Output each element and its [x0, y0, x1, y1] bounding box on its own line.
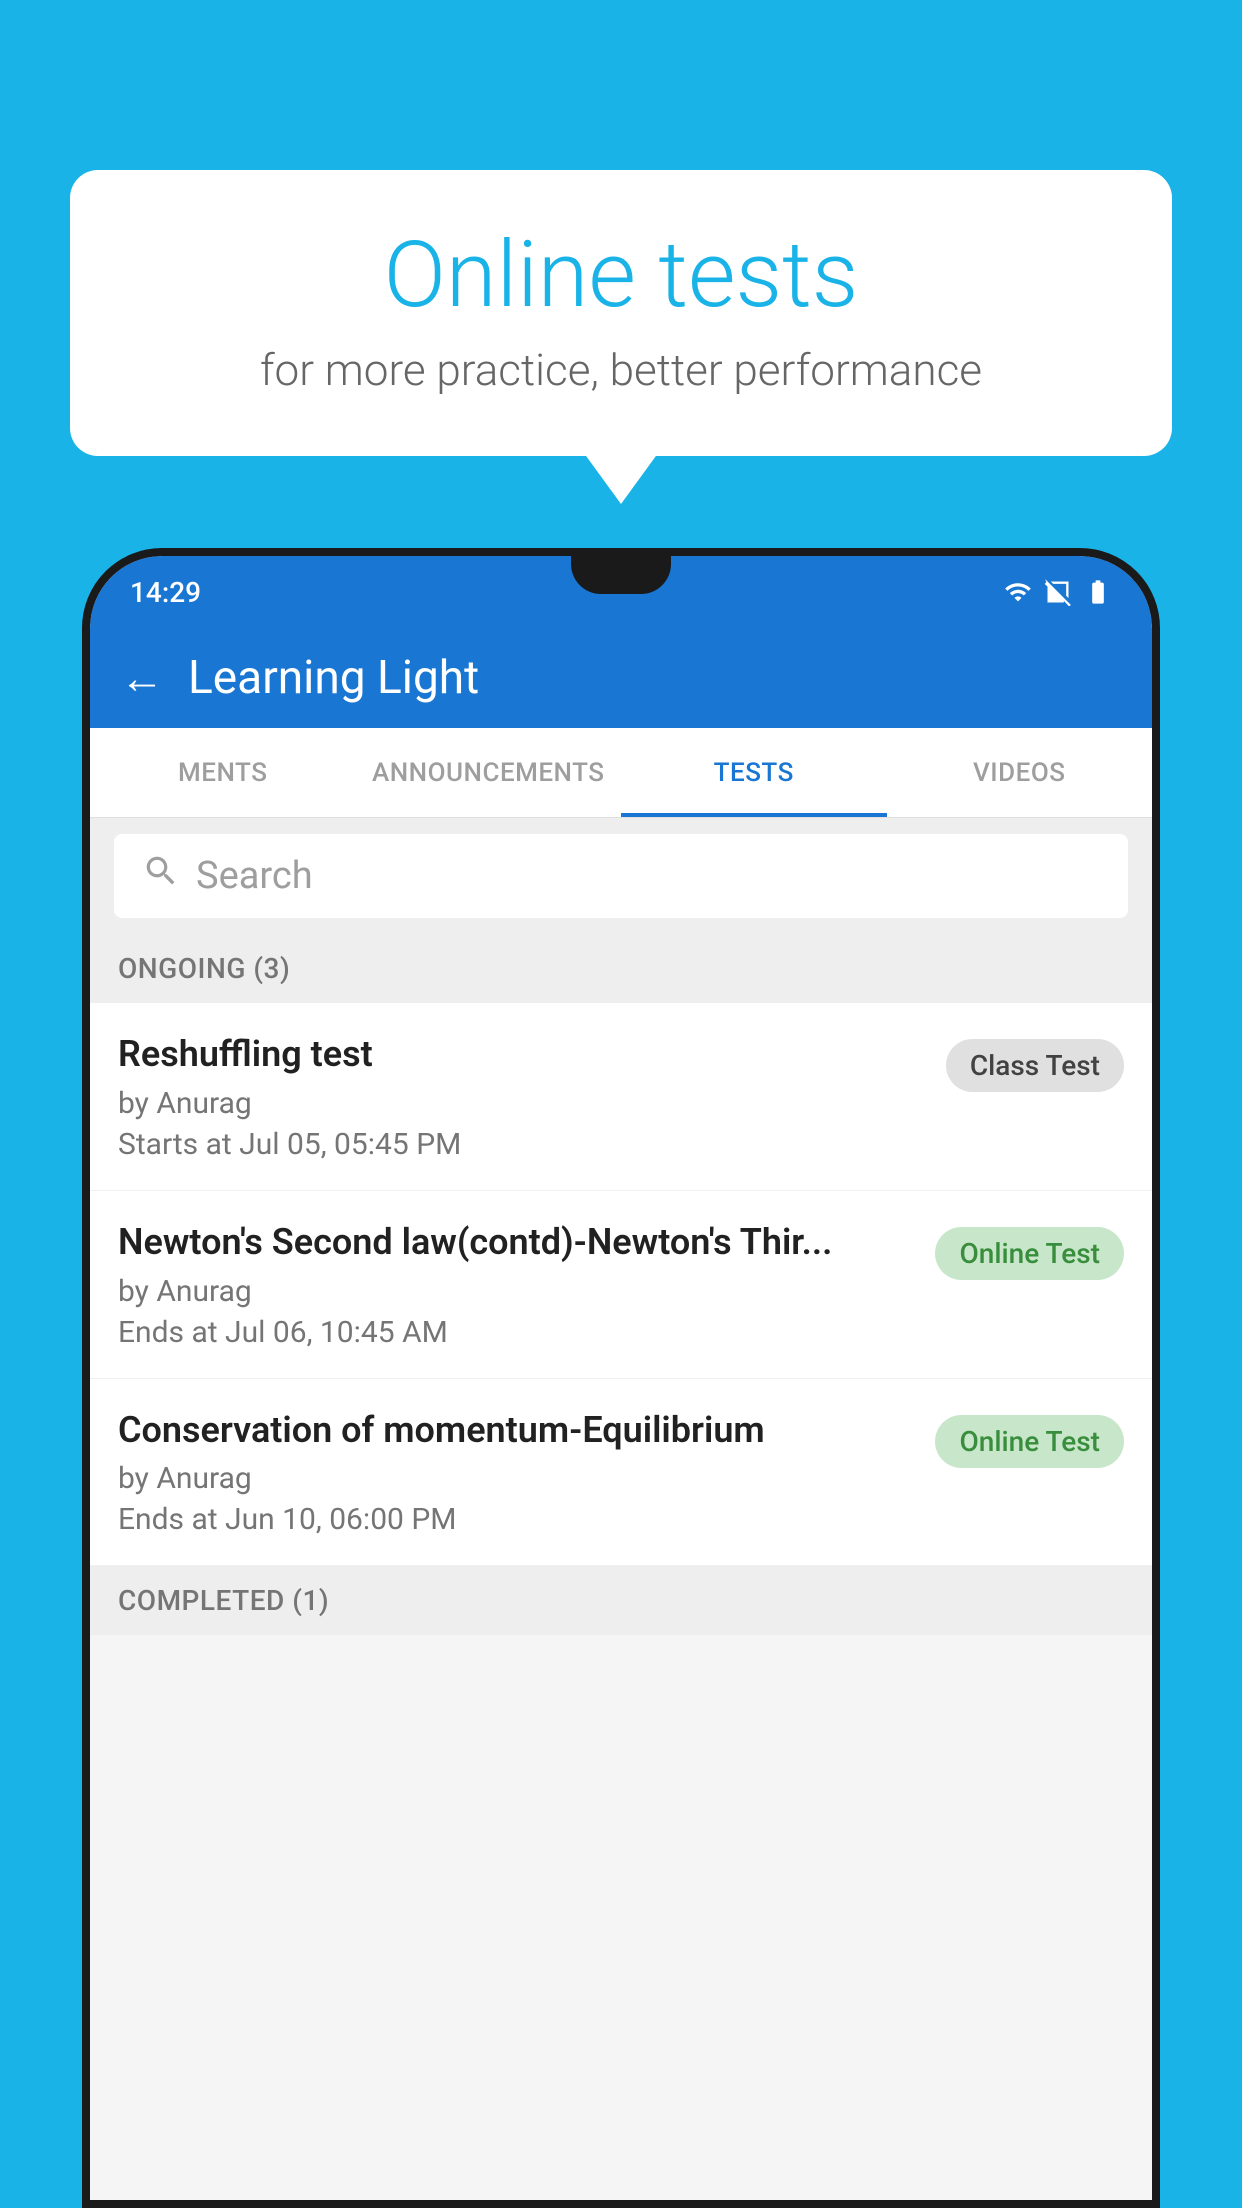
completed-section-header: COMPLETED (1) — [90, 1566, 1152, 1635]
status-time: 14:29 — [130, 576, 201, 609]
test-name: Conservation of momentum-Equilibrium — [118, 1407, 919, 1454]
status-icons — [1004, 578, 1112, 606]
test-date: Ends at Jul 06, 10:45 AM — [118, 1315, 919, 1350]
bubble-title: Online tests — [130, 225, 1112, 326]
test-item[interactable]: Reshuffling test by Anurag Starts at Jul… — [90, 1003, 1152, 1191]
wifi-icon — [1004, 578, 1032, 606]
test-date: Starts at Jul 05, 05:45 PM — [118, 1127, 930, 1162]
app-title: Learning Light — [188, 651, 479, 705]
tabs-bar: MENTS ANNOUNCEMENTS TESTS VIDEOS — [90, 728, 1152, 818]
test-list: Reshuffling test by Anurag Starts at Jul… — [90, 1003, 1152, 1566]
search-container: Search — [90, 818, 1152, 934]
test-name: Reshuffling test — [118, 1031, 930, 1078]
back-button[interactable]: ← — [120, 652, 164, 704]
test-author: by Anurag — [118, 1086, 930, 1121]
tab-videos[interactable]: VIDEOS — [887, 728, 1153, 817]
phone-frame: 14:29 ← Learning Light — [82, 548, 1160, 2208]
test-author: by Anurag — [118, 1461, 919, 1496]
search-bar[interactable]: Search — [114, 834, 1128, 918]
speech-bubble: Online tests for more practice, better p… — [70, 170, 1172, 456]
test-author: by Anurag — [118, 1274, 919, 1309]
test-info: Newton's Second law(contd)-Newton's Thir… — [118, 1219, 919, 1350]
tab-announcements[interactable]: ANNOUNCEMENTS — [356, 728, 622, 817]
test-date: Ends at Jun 10, 06:00 PM — [118, 1502, 919, 1537]
search-placeholder: Search — [196, 854, 313, 898]
test-badge-online: Online Test — [935, 1227, 1124, 1280]
status-bar: 14:29 — [90, 556, 1152, 628]
test-item[interactable]: Newton's Second law(contd)-Newton's Thir… — [90, 1191, 1152, 1379]
test-info: Reshuffling test by Anurag Starts at Jul… — [118, 1031, 930, 1162]
tab-ments[interactable]: MENTS — [90, 728, 356, 817]
battery-icon — [1084, 578, 1112, 606]
bubble-subtitle: for more practice, better performance — [130, 344, 1112, 396]
test-item[interactable]: Conservation of momentum-Equilibrium by … — [90, 1379, 1152, 1567]
test-info: Conservation of momentum-Equilibrium by … — [118, 1407, 919, 1538]
phone-screen: 14:29 ← Learning Light — [90, 556, 1152, 2200]
tab-tests[interactable]: TESTS — [621, 728, 887, 817]
signal-icon — [1044, 578, 1072, 606]
phone-notch — [571, 556, 671, 594]
test-badge-class: Class Test — [946, 1039, 1124, 1092]
test-name: Newton's Second law(contd)-Newton's Thir… — [118, 1219, 919, 1266]
app-bar: ← Learning Light — [90, 628, 1152, 728]
test-badge-online-2: Online Test — [935, 1415, 1124, 1468]
ongoing-section-header: ONGOING (3) — [90, 934, 1152, 1003]
search-icon — [142, 852, 180, 900]
